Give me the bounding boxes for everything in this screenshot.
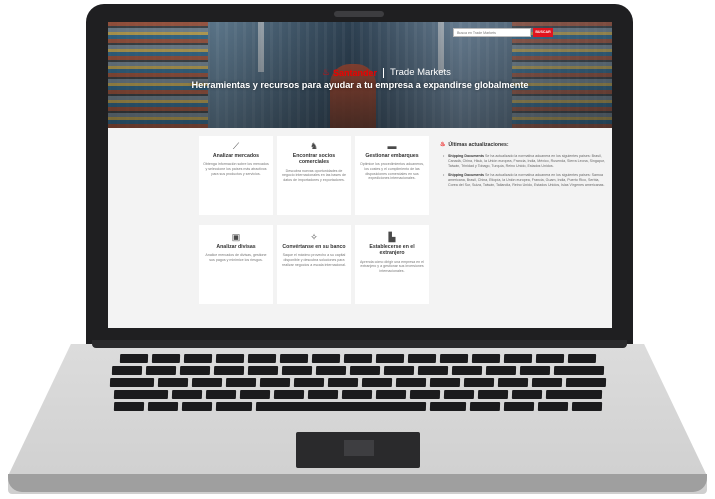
- keyboard: [88, 354, 628, 420]
- brand-divider: [383, 67, 385, 78]
- card-description: Descubra nuevas oportunidades de negocio…: [282, 168, 346, 182]
- card-analizar-divisas[interactable]: ▣ Analizar divisas Analice mercados de d…: [199, 225, 273, 304]
- updates-header: ♨ Últimas actualizaciones:: [440, 142, 606, 148]
- handshake-icon: ✧: [310, 232, 318, 242]
- card-title: Gestionar embarques: [365, 153, 419, 159]
- card-title: Analizar mercados: [212, 153, 260, 159]
- card-title: Encontrar socios comerciales: [292, 153, 336, 166]
- card-description: Aprenda cómo dirigir una empresa en el e…: [360, 259, 424, 273]
- browser-screen: BUSCAR ♨ Santander Trade Markets Herrami…: [108, 22, 612, 328]
- card-description: Saque el máximo provecho a su capital di…: [282, 253, 346, 267]
- card-description: Obtenga información sobre los mercados y…: [203, 162, 269, 176]
- card-title: Establecerse en el extranjero: [369, 244, 415, 257]
- card-analizar-mercados[interactable]: ⟋ Analizar mercados Obtenga información …: [199, 136, 273, 215]
- laptop-hinge: [92, 340, 627, 348]
- card-title: Convértanse en su banco: [282, 244, 346, 250]
- hero-title: Herramientas y recursos para ayudar a tu…: [191, 80, 529, 90]
- santander-flame-icon: ♨: [322, 67, 331, 77]
- brand-logo: ♨ Santander Trade Markets: [322, 67, 451, 78]
- laptop-base-edge: [8, 474, 707, 492]
- keyboard-row: [113, 390, 603, 399]
- keyboard-row: [113, 402, 603, 411]
- keyboard-row: [109, 378, 607, 387]
- truck-icon: ▬: [387, 141, 397, 151]
- search-button[interactable]: BUSCAR: [533, 28, 553, 37]
- card-encontrar-socios[interactable]: ♞ Encontrar socios comerciales Descubra …: [277, 136, 351, 215]
- card-title: Analizar divisas: [216, 244, 256, 250]
- camera-notch: [334, 11, 384, 17]
- feature-cards: ⟋ Analizar mercados Obtenga información …: [199, 136, 433, 304]
- trackpad-surface: [344, 440, 374, 456]
- people-icon: ♞: [309, 141, 319, 151]
- hero-banner: BUSCAR ♨ Santander Trade Markets Herrami…: [108, 22, 612, 128]
- card-gestionar-embarques[interactable]: ▬ Gestionar embarques Optimice los proce…: [355, 136, 429, 215]
- currency-icon: ▣: [231, 232, 241, 242]
- keyboard-row: [111, 366, 605, 375]
- factory-icon: ▙: [388, 232, 396, 242]
- updates-title: Últimas actualizaciones:: [448, 142, 509, 148]
- updates-list: Shipping Documents Se ha actualizado la …: [440, 154, 606, 188]
- card-description: Optimice los procedimientos aduaneros, l…: [359, 162, 425, 181]
- latest-updates-panel: ♨ Últimas actualizaciones: Shipping Docu…: [440, 142, 606, 193]
- santander-flame-icon: ♨: [440, 142, 446, 148]
- update-item[interactable]: Shipping Documents Se ha actualizado la …: [440, 173, 606, 187]
- card-convertanse-banco[interactable]: ✧ Convértanse en su banco Saque el máxim…: [277, 225, 351, 304]
- update-item-label[interactable]: Shipping Documents: [448, 173, 484, 177]
- brand-product: Trade Markets: [390, 67, 451, 78]
- card-establecerse-extranjero[interactable]: ▙ Establecerse en el extranjero Aprenda …: [355, 225, 429, 304]
- chart-line-icon: ⟋: [232, 141, 240, 151]
- card-description: Analice mercados de divisas, gestione su…: [205, 253, 267, 262]
- keyboard-row: [119, 354, 597, 363]
- update-item-label[interactable]: Shipping Documents: [448, 154, 484, 158]
- update-item[interactable]: Shipping Documents Se ha actualizado la …: [440, 154, 606, 168]
- brand-name: Santander: [333, 67, 378, 78]
- search-input[interactable]: [453, 28, 531, 37]
